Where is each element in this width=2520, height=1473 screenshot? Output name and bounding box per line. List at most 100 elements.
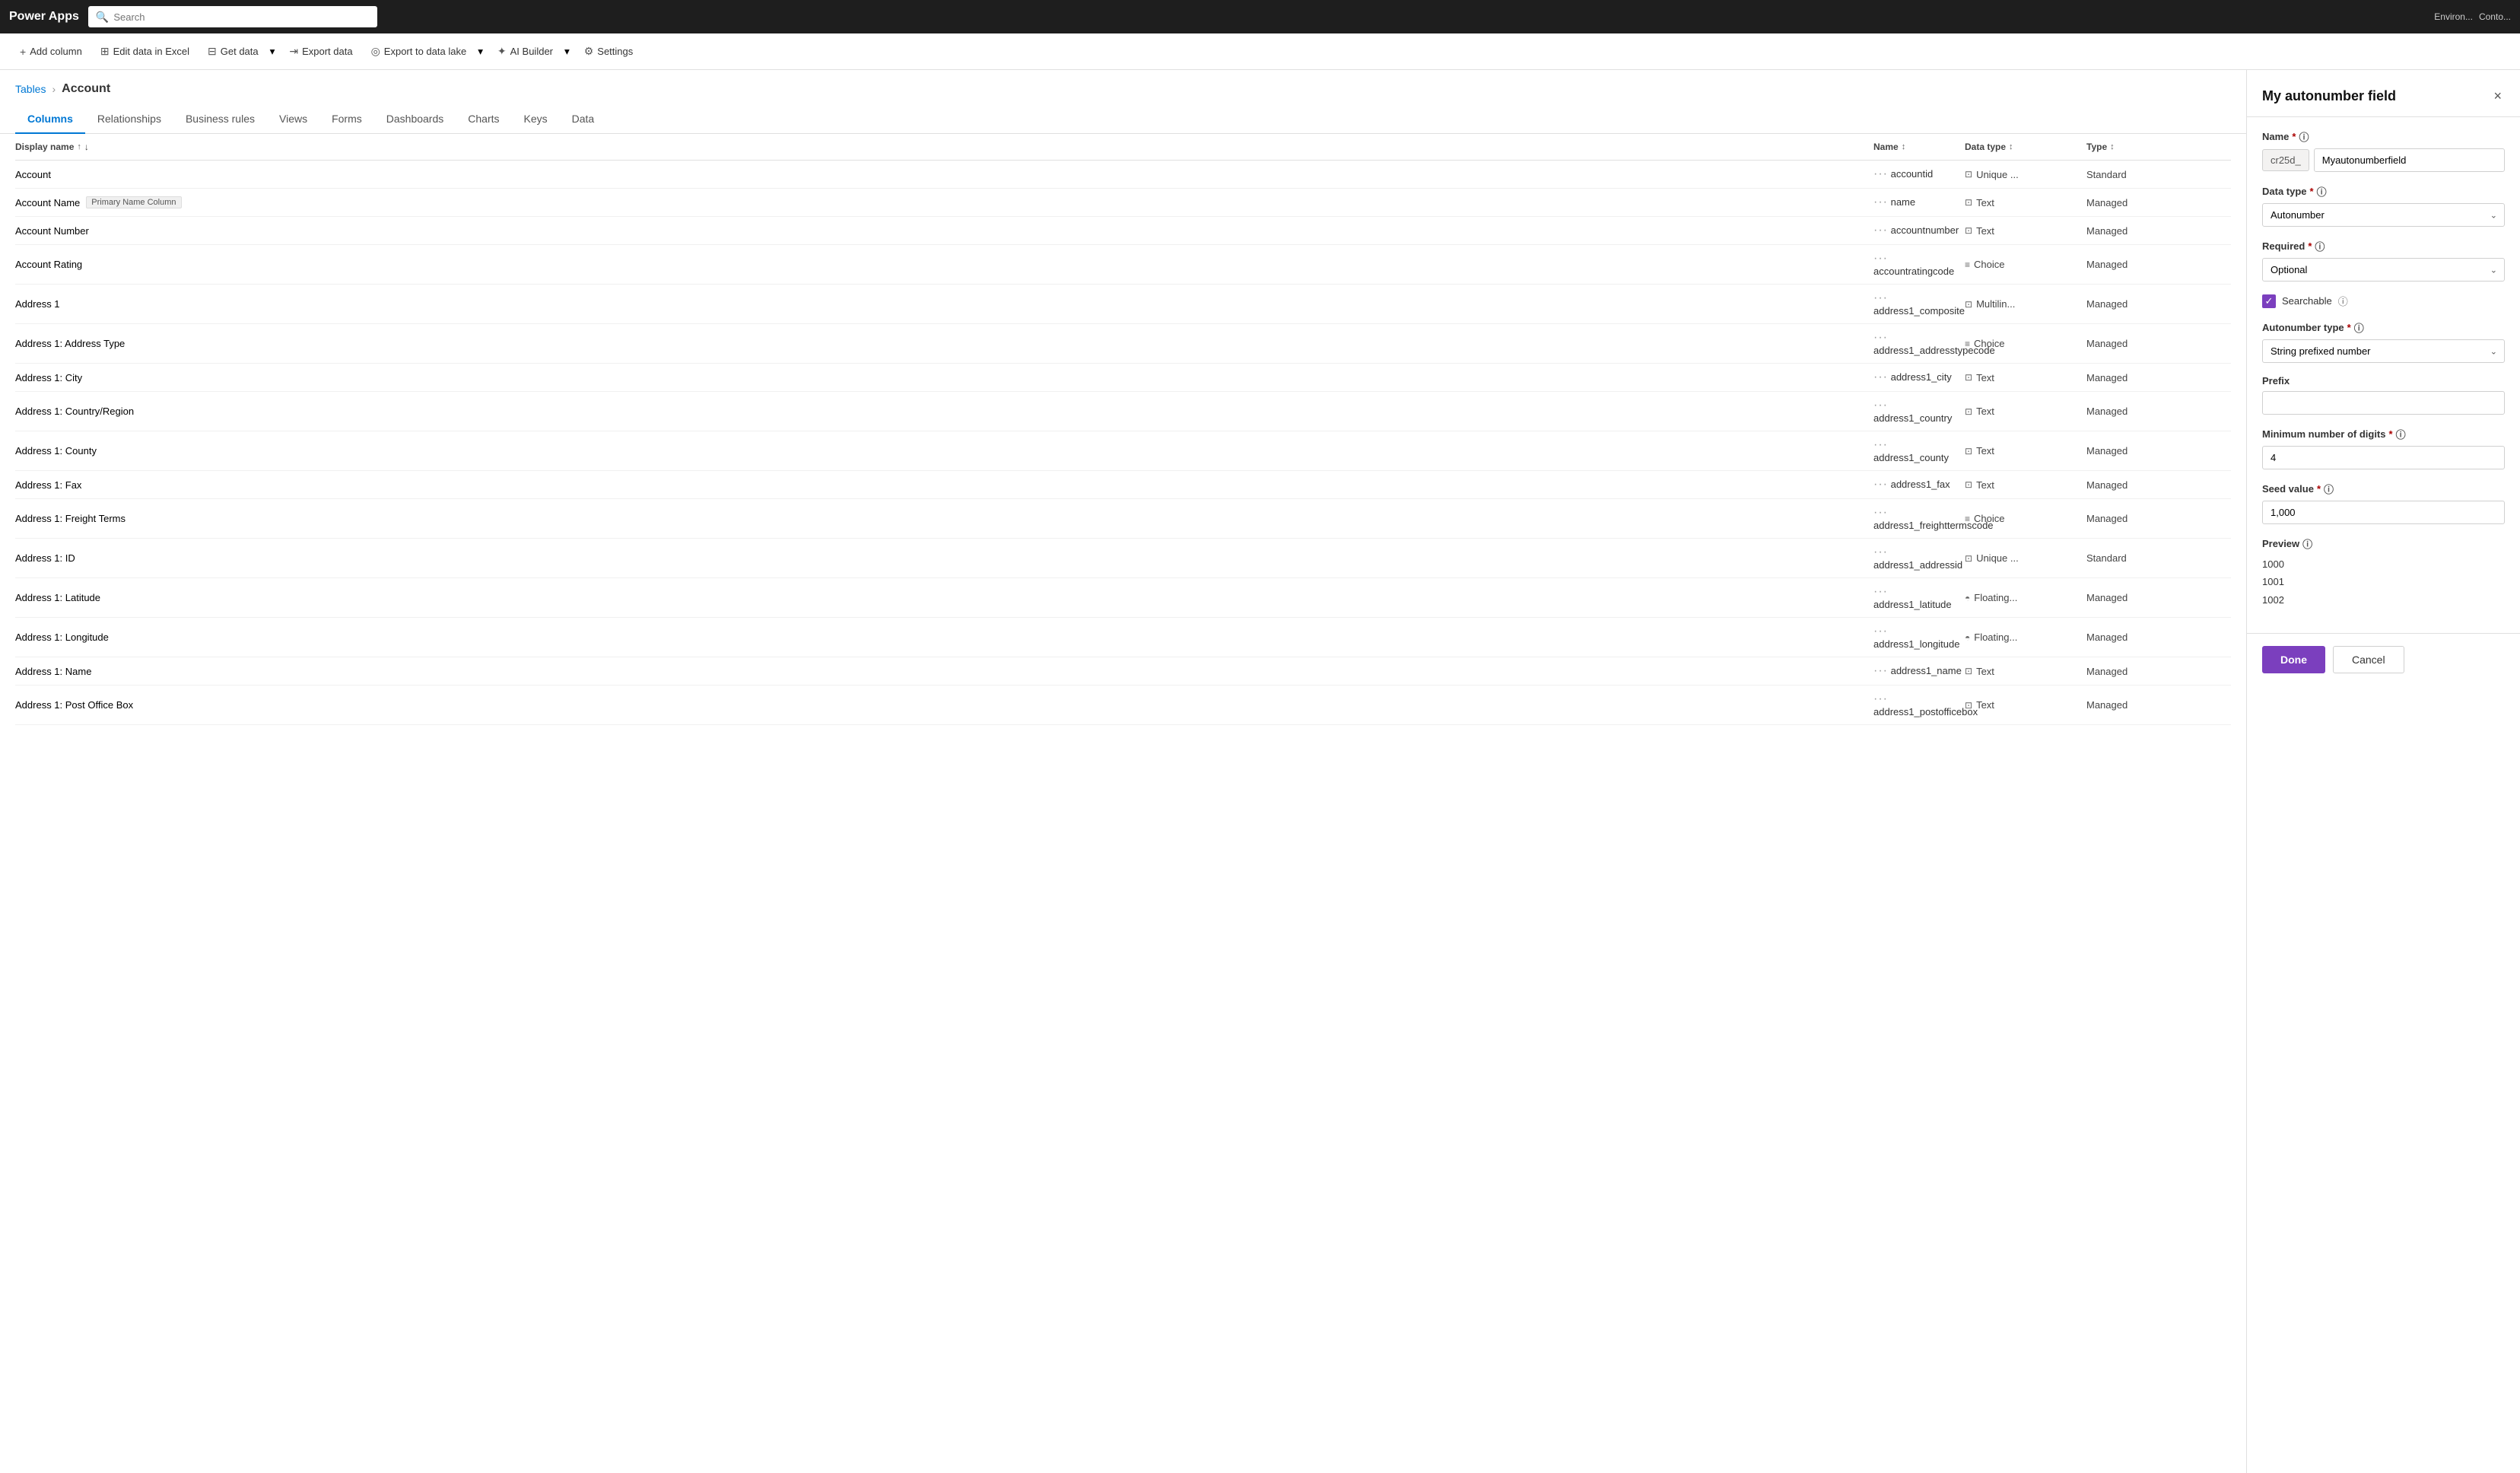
table-row: Address 1: Name ··· address1_name ⊡ Text…	[15, 657, 2231, 686]
row-dots[interactable]: ···	[1873, 438, 1888, 451]
row-dots[interactable]: ···	[1873, 371, 1888, 383]
row-dots[interactable]: ···	[1873, 399, 1888, 412]
name-info-icon[interactable]: ⓘ	[2299, 129, 2309, 144]
searchable-checkbox[interactable]: ✓	[2262, 294, 2276, 308]
preview-value-3: 1002	[2262, 591, 2505, 609]
row-name-accountname: ··· name	[1873, 196, 1965, 209]
edit-excel-button[interactable]: ⊞ Edit data in Excel	[93, 40, 197, 62]
min-digits-label: Minimum number of digits * ⓘ	[2262, 427, 2505, 441]
row-dots[interactable]: ···	[1873, 506, 1888, 519]
row-dots[interactable]: ···	[1873, 585, 1888, 598]
data-type-select[interactable]: Autonumber	[2262, 203, 2505, 227]
autonumber-type-info-icon[interactable]: ⓘ	[2354, 320, 2364, 335]
required-select[interactable]: Optional Business Required Business Reco…	[2262, 258, 2505, 282]
search-input[interactable]	[113, 11, 370, 23]
table-row: Address 1: Address Type ··· address1_add…	[15, 324, 2231, 364]
app-logo: Power Apps	[9, 10, 79, 24]
tab-views[interactable]: Views	[267, 105, 319, 134]
autonumber-type-select[interactable]: String prefixed number Date prefixed num…	[2262, 339, 2505, 363]
preview-value-1: 1000	[2262, 555, 2505, 573]
prefix-input[interactable]	[2262, 391, 2505, 415]
tab-columns[interactable]: Columns	[15, 105, 85, 134]
min-digits-required: *	[2389, 428, 2393, 440]
done-button[interactable]: Done	[2262, 646, 2325, 673]
ai-builder-button[interactable]: ✦ AI Builder	[490, 40, 561, 62]
export-lake-button[interactable]: ◎ Export to data lake	[364, 40, 475, 62]
name-input[interactable]	[2314, 148, 2505, 172]
autonumber-type-field-group: Autonumber type * ⓘ String prefixed numb…	[2262, 320, 2505, 363]
table-row: Address 1: Fax ··· address1_fax ⊡ Text M…	[15, 471, 2231, 499]
table-row: Address 1: Post Office Box ··· address1_…	[15, 686, 2231, 725]
choice-icon: ≡	[1965, 339, 1970, 349]
row-dots[interactable]: ···	[1873, 331, 1888, 344]
text-icon: ⊡	[1965, 479, 1972, 490]
get-data-group: ⊟ Get data ▾	[200, 40, 278, 62]
tab-business-rules[interactable]: Business rules	[173, 105, 267, 134]
close-panel-button[interactable]: ×	[2490, 85, 2505, 107]
settings-button[interactable]: ⚙ Settings	[577, 40, 641, 62]
text-icon: ⊡	[1965, 666, 1972, 676]
row-type-accountname: ⊡ Text	[1965, 197, 2086, 208]
tab-forms[interactable]: Forms	[319, 105, 374, 134]
panel-title: My autonumber field	[2262, 88, 2396, 104]
row-dots[interactable]: ···	[1873, 196, 1888, 208]
autonumber-type-required: *	[2347, 322, 2351, 333]
row-dots[interactable]: ···	[1873, 252, 1888, 265]
seed-info-icon[interactable]: ⓘ	[2324, 482, 2334, 496]
required-info-icon[interactable]: ⓘ	[2315, 239, 2325, 253]
seed-value-field-group: Seed value * ⓘ	[2262, 482, 2505, 524]
col-header-datatype[interactable]: Data type ↕	[1965, 142, 2086, 152]
content-area: Tables › Account Columns Relationships B…	[0, 70, 2246, 1473]
table-row: Address 1 ··· address1_composite ⊡ Multi…	[15, 285, 2231, 324]
export-lake-arrow[interactable]: ▾	[474, 41, 487, 62]
ai-builder-arrow[interactable]: ▾	[561, 41, 574, 62]
row-dots[interactable]: ···	[1873, 291, 1888, 304]
tab-data[interactable]: Data	[560, 105, 607, 134]
tab-relationships[interactable]: Relationships	[85, 105, 173, 134]
get-data-arrow[interactable]: ▾	[266, 41, 279, 62]
table-header: Display name ↑ ↓ Name ↕ Data type ↕ Type…	[15, 134, 2231, 161]
min-digits-input[interactable]	[2262, 446, 2505, 469]
data-type-required: *	[2310, 186, 2314, 197]
row-dots[interactable]: ···	[1873, 692, 1888, 705]
tab-keys[interactable]: Keys	[512, 105, 560, 134]
row-dots[interactable]: ···	[1873, 167, 1888, 180]
multiline-icon: ⊡	[1965, 299, 1972, 310]
preview-values: 1000 1001 1002	[2262, 555, 2505, 609]
col-header-display[interactable]: Display name ↑ ↓	[15, 142, 1873, 152]
row-dots[interactable]: ···	[1873, 625, 1888, 638]
searchable-field-group: ✓ Searchable ⓘ	[2262, 294, 2505, 308]
row-dots[interactable]: ···	[1873, 224, 1888, 237]
text-icon: ⊡	[1965, 700, 1972, 711]
required-select-wrapper: Optional Business Required Business Reco…	[2262, 258, 2505, 282]
edit-icon: ⊞	[100, 45, 110, 58]
row-dots[interactable]: ···	[1873, 478, 1888, 491]
seed-label: Seed value * ⓘ	[2262, 482, 2505, 496]
searchable-info-icon[interactable]: ⓘ	[2338, 294, 2348, 308]
cancel-button[interactable]: Cancel	[2333, 646, 2404, 673]
col-header-name[interactable]: Name ↕	[1873, 142, 1965, 152]
row-dots[interactable]: ···	[1873, 664, 1888, 677]
tab-charts[interactable]: Charts	[456, 105, 511, 134]
search-bar[interactable]: 🔍	[88, 6, 377, 27]
row-display-account: Account	[15, 169, 1873, 180]
ai-builder-group: ✦ AI Builder ▾	[490, 40, 574, 62]
table-row: Address 1: City ··· address1_city ⊡ Text…	[15, 364, 2231, 392]
col-header-type[interactable]: Type ↕	[2086, 142, 2185, 152]
seed-input[interactable]	[2262, 501, 2505, 524]
breadcrumb-tables[interactable]: Tables	[15, 83, 46, 95]
tab-dashboards[interactable]: Dashboards	[374, 105, 456, 134]
data-type-info-icon[interactable]: ⓘ	[2317, 184, 2327, 199]
add-column-button[interactable]: + Add column	[12, 41, 90, 62]
preview-info-icon[interactable]: ⓘ	[2302, 536, 2312, 551]
get-data-button[interactable]: ⊟ Get data	[200, 40, 266, 62]
ai-icon: ✦	[497, 45, 507, 58]
name-field-row: cr25d_	[2262, 148, 2505, 172]
data-type-field-group: Data type * ⓘ Autonumber ⌄	[2262, 184, 2505, 227]
prefix-label: Prefix	[2262, 375, 2505, 387]
export-data-button[interactable]: ⇥ Export data	[281, 40, 360, 62]
min-digits-info-icon[interactable]: ⓘ	[2396, 427, 2406, 441]
min-digits-field-group: Minimum number of digits * ⓘ	[2262, 427, 2505, 469]
row-dots[interactable]: ···	[1873, 546, 1888, 558]
table-row: Address 1: Latitude ··· address1_latitud…	[15, 578, 2231, 618]
